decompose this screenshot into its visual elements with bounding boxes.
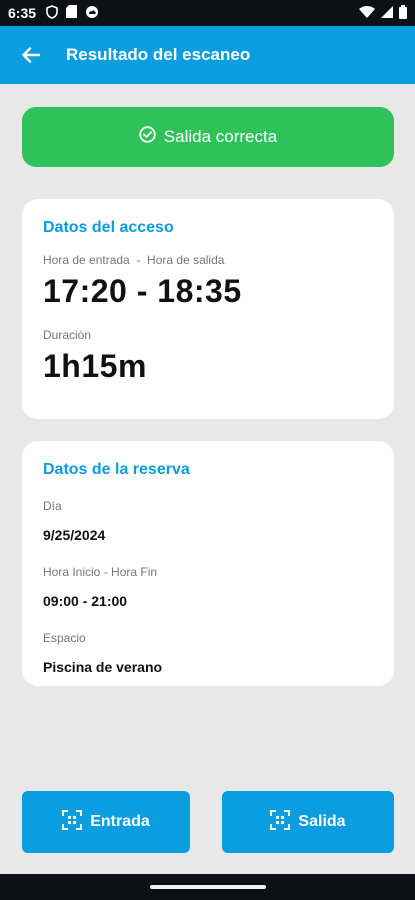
- duration-value: 1h15m: [43, 348, 147, 384]
- page-title: Resultado del escaneo: [66, 45, 251, 64]
- salida-button[interactable]: Salida: [222, 791, 394, 853]
- banner-text: Salida correcta: [163, 127, 278, 146]
- day-value: 9/25/2024: [43, 527, 106, 543]
- hours-label: Hora Inicio - Hora Fin: [43, 565, 158, 579]
- space-label: Espacio: [43, 631, 86, 645]
- access-card-title: Datos del acceso: [43, 219, 174, 236]
- qr-scan-icon: [270, 809, 291, 835]
- check-circle-icon: [139, 126, 156, 148]
- day-label: Día: [43, 499, 62, 513]
- app-bar: Resultado del escaneo: [0, 26, 415, 84]
- duration-label: Duración: [43, 328, 92, 342]
- space-value: Piscina de verano: [43, 659, 163, 675]
- entrada-button-label: Entrada: [90, 813, 150, 830]
- salida-button-label: Salida: [298, 813, 346, 830]
- cloud-icon: [85, 5, 99, 22]
- entrada-button[interactable]: Entrada: [22, 791, 190, 853]
- times-value: 17:20 - 18:35: [43, 273, 242, 309]
- wifi-icon: [359, 5, 375, 21]
- status-banner: Salida correcta: [22, 107, 394, 167]
- reservation-card: Datos de la reserva Día 9/25/2024 Hora I…: [22, 441, 394, 686]
- status-time: 6:35: [8, 5, 37, 21]
- times-label: Hora de entrada - Hora de salida: [43, 253, 225, 267]
- arrow-left-icon[interactable]: [18, 42, 44, 68]
- navigation-bar: [0, 874, 415, 900]
- sim-card-icon: [66, 5, 78, 21]
- access-card: Datos del acceso Hora de entrada - Hora …: [22, 199, 394, 419]
- status-bar: 6:35: [0, 0, 415, 26]
- signal-icon: [381, 5, 393, 21]
- shield-icon: [46, 4, 58, 22]
- battery-icon: [399, 4, 407, 22]
- home-gesture-handle[interactable]: [149, 885, 266, 889]
- hours-value: 09:00 - 21:00: [43, 593, 128, 609]
- reservation-card-title: Datos de la reserva: [43, 461, 190, 478]
- qr-scan-icon: [62, 809, 83, 835]
